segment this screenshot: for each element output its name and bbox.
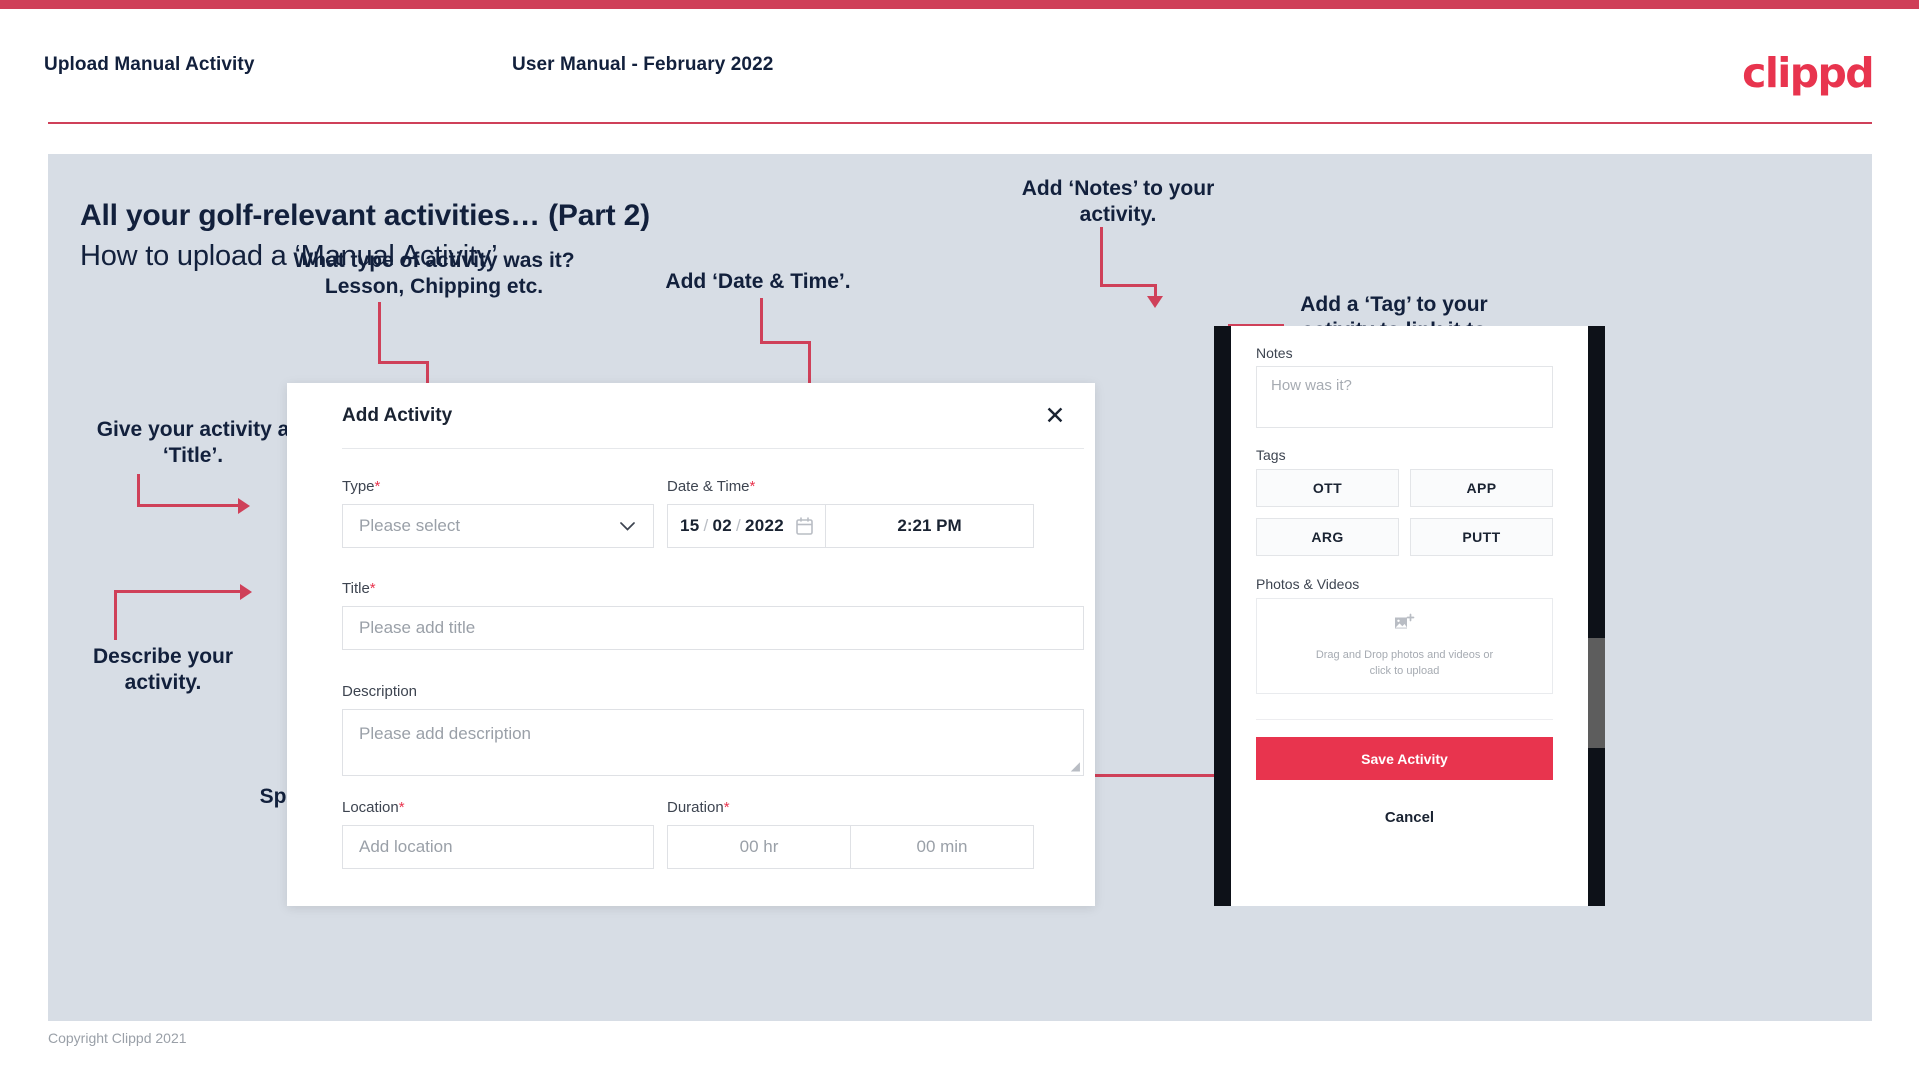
connector-desc-v	[114, 590, 117, 640]
date-year: 2022	[745, 516, 785, 535]
date-sep-1: /	[703, 516, 709, 535]
description-placeholder: Please add description	[359, 724, 532, 743]
phone-mockup: Notes How was it? Tags OTT APP ARG PUTT …	[1214, 326, 1605, 906]
date-sep-2: /	[736, 516, 742, 535]
dialog-divider	[342, 448, 1084, 449]
annotation-datetime: Add ‘Date & Time’.	[665, 270, 851, 293]
description-label: Description	[342, 683, 418, 700]
phone-screen: Notes How was it? Tags OTT APP ARG PUTT …	[1231, 326, 1588, 906]
chevron-down-icon	[620, 517, 635, 535]
type-required-marker: *	[374, 478, 381, 495]
dialog-header: Add Activity ✕	[287, 383, 1095, 447]
duration-field[interactable]: 00 hr 00 min	[667, 825, 1034, 869]
header-title: Upload Manual Activity	[44, 54, 255, 75]
photo-dropzone[interactable]: Drag and Drop photos and videos or click…	[1256, 598, 1553, 694]
datetime-required-marker: *	[749, 478, 756, 495]
connector-dt-h	[760, 341, 811, 344]
location-required-marker: *	[398, 799, 405, 816]
tag-arg[interactable]: ARG	[1256, 518, 1399, 556]
location-input[interactable]: Add location	[342, 825, 654, 869]
calendar-icon[interactable]	[796, 517, 813, 535]
add-activity-dialog: Add Activity ✕ Type* Please select Date …	[287, 383, 1095, 906]
phone-bezel-left	[1214, 326, 1231, 906]
connector-notes-h	[1100, 284, 1157, 287]
connector-type-v1	[378, 302, 381, 364]
connector-desc-h	[114, 590, 242, 593]
datetime-field[interactable]: 15 / 02 / 2022 2:21 PM	[667, 504, 1034, 548]
slide-title: All your golf-relevant activities… (Part…	[80, 199, 650, 232]
annotation-notes: Add ‘Notes’ to your activity.	[1021, 177, 1215, 226]
dropzone-line-2: click to upload	[1369, 665, 1440, 677]
clippd-logo: clippd	[1742, 49, 1874, 97]
connector-title-arrow	[238, 498, 250, 514]
connector-notes-arrow	[1147, 296, 1163, 308]
phone-divider	[1256, 719, 1553, 720]
notes-placeholder: How was it?	[1271, 377, 1352, 394]
footer-copyright: Copyright Clippd 2021	[48, 1030, 187, 1046]
header-divider	[48, 122, 1872, 124]
phone-side-button[interactable]	[1588, 638, 1605, 748]
title-placeholder: Please add title	[359, 618, 476, 637]
type-label: Type*	[342, 478, 381, 495]
tag-putt[interactable]: PUTT	[1410, 518, 1553, 556]
annotation-type: What type of activity was it? Lesson, Ch…	[293, 249, 575, 298]
connector-type-h	[378, 361, 429, 364]
tags-label: Tags	[1256, 447, 1286, 463]
title-input[interactable]: Please add title	[342, 606, 1084, 650]
header-subtitle: User Manual - February 2022	[512, 54, 774, 75]
cancel-button[interactable]: Cancel	[1231, 809, 1588, 826]
description-textarea[interactable]: Please add description ◢	[342, 709, 1084, 776]
top-accent-bar	[0, 0, 1919, 9]
phone-bezel-right	[1588, 326, 1605, 906]
location-label: Location*	[342, 799, 405, 816]
page-header: Upload Manual Activity User Manual - Feb…	[0, 9, 1919, 121]
add-image-icon	[1394, 613, 1416, 638]
time-input[interactable]: 2:21 PM	[826, 505, 1033, 547]
annotation-description: Describe your activity.	[92, 645, 234, 694]
type-select[interactable]: Please select	[342, 504, 654, 548]
duration-hours-input[interactable]: 00 hr	[668, 826, 850, 868]
photos-label: Photos & Videos	[1256, 576, 1360, 592]
duration-required-marker: *	[723, 799, 730, 816]
duration-minutes-input[interactable]: 00 min	[851, 826, 1033, 868]
title-required-marker: *	[369, 580, 376, 597]
notes-label: Notes	[1256, 345, 1293, 361]
title-label: Title*	[342, 580, 376, 597]
connector-notes-v1	[1100, 227, 1103, 286]
date-input[interactable]: 15 / 02 / 2022	[668, 505, 825, 547]
type-placeholder: Please select	[359, 516, 461, 535]
tag-ott[interactable]: OTT	[1256, 469, 1399, 507]
connector-desc-arrow	[240, 584, 252, 600]
connector-title-v	[137, 474, 140, 507]
location-placeholder: Add location	[359, 837, 453, 856]
dropzone-text: Drag and Drop photos and videos or click…	[1316, 647, 1493, 680]
dropzone-line-1: Drag and Drop photos and videos or	[1315, 648, 1494, 661]
datetime-label: Date & Time*	[667, 478, 756, 495]
notes-textarea[interactable]: How was it?	[1256, 366, 1553, 428]
connector-dt-v1	[760, 298, 763, 344]
dialog-title: Add Activity	[342, 405, 453, 426]
connector-title-h	[137, 504, 240, 507]
date-day: 15	[679, 516, 700, 535]
resize-handle-icon[interactable]: ◢	[1071, 759, 1080, 773]
date-month: 02	[712, 516, 732, 535]
save-activity-button[interactable]: Save Activity	[1256, 737, 1553, 780]
duration-label: Duration*	[667, 799, 730, 816]
close-icon[interactable]: ✕	[1041, 401, 1069, 429]
tag-app[interactable]: APP	[1410, 469, 1553, 507]
